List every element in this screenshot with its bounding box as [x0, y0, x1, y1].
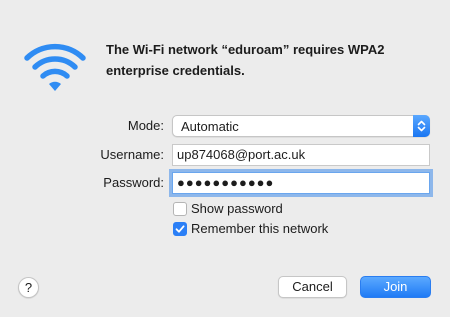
- password-label: Password:: [103, 175, 164, 190]
- checkmark-icon[interactable]: [173, 222, 187, 236]
- password-mask: ●●●●●●●●●●●: [177, 175, 275, 190]
- show-password-checkbox-box[interactable]: [173, 202, 187, 216]
- chevron-up-down-icon[interactable]: [413, 115, 430, 137]
- mode-select[interactable]: Automatic: [172, 115, 430, 137]
- mode-select-value: Automatic: [181, 119, 239, 134]
- dialog-message: The Wi-Fi network “eduroam” requires WPA…: [106, 42, 385, 78]
- cancel-button[interactable]: Cancel: [278, 276, 347, 298]
- mode-label: Mode:: [127, 118, 164, 133]
- help-button[interactable]: ?: [18, 277, 39, 298]
- remember-network-label[interactable]: Remember this network: [191, 221, 328, 236]
- password-field[interactable]: ●●●●●●●●●●●: [172, 172, 430, 194]
- join-button[interactable]: Join: [360, 276, 431, 298]
- wifi-icon: [24, 43, 86, 91]
- wifi-credentials-dialog: The Wi-Fi network “eduroam” requires WPA…: [0, 0, 450, 317]
- show-password-label[interactable]: Show password: [191, 201, 283, 216]
- username-label: Username:: [100, 147, 164, 162]
- username-field[interactable]: up874068@port.ac.uk: [172, 144, 430, 166]
